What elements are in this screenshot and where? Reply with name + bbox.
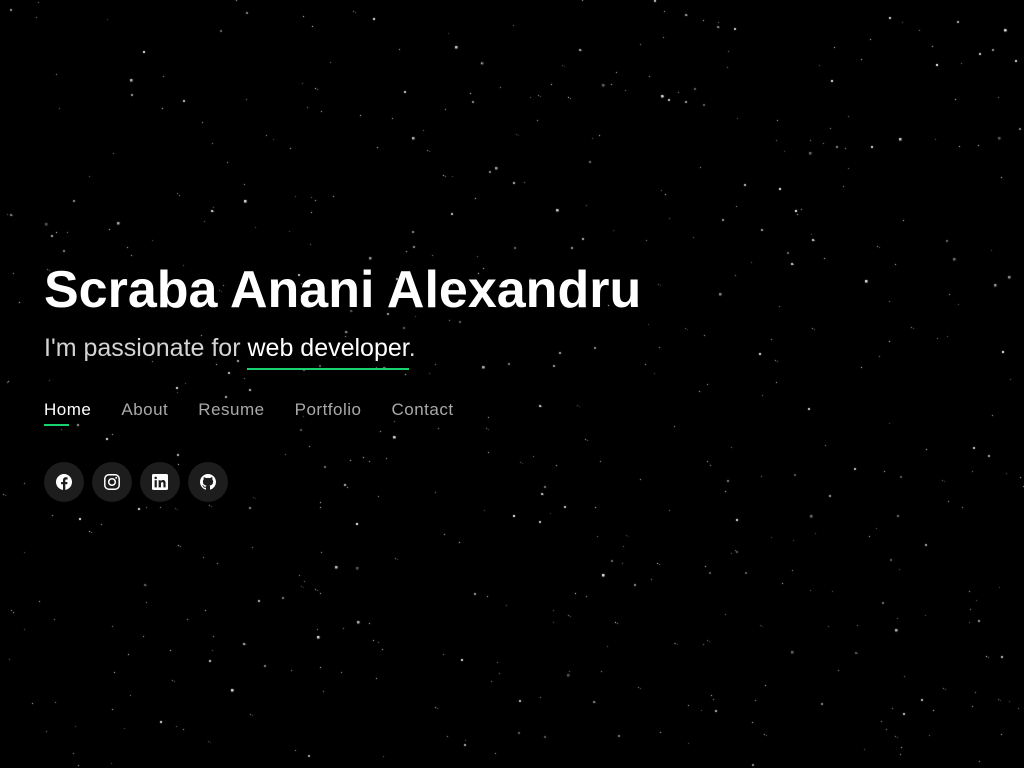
main-nav: Home About Resume Portfolio Contact <box>44 398 454 426</box>
linkedin-icon <box>152 474 168 490</box>
facebook-link[interactable] <box>44 462 84 502</box>
nav-resume[interactable]: Resume <box>198 398 264 422</box>
starfield-background <box>0 0 1024 768</box>
instagram-link[interactable] <box>92 462 132 502</box>
nav-portfolio[interactable]: Portfolio <box>295 398 362 422</box>
facebook-icon <box>56 474 72 490</box>
tagline-highlight: web developer <box>247 334 409 370</box>
nav-about[interactable]: About <box>121 398 168 422</box>
tagline-suffix: . <box>408 334 416 362</box>
nav-home[interactable]: Home <box>44 398 91 426</box>
social-links <box>44 462 228 502</box>
hero-tagline: I'm passionate for web developer. <box>44 332 416 370</box>
linkedin-link[interactable] <box>140 462 180 502</box>
nav-contact[interactable]: Contact <box>391 398 453 422</box>
github-link[interactable] <box>188 462 228 502</box>
instagram-icon <box>104 474 120 490</box>
tagline-prefix: I'm passionate for <box>44 334 248 362</box>
hero-name: Scraba Anani Alexandru <box>44 261 642 319</box>
github-icon <box>200 474 216 490</box>
